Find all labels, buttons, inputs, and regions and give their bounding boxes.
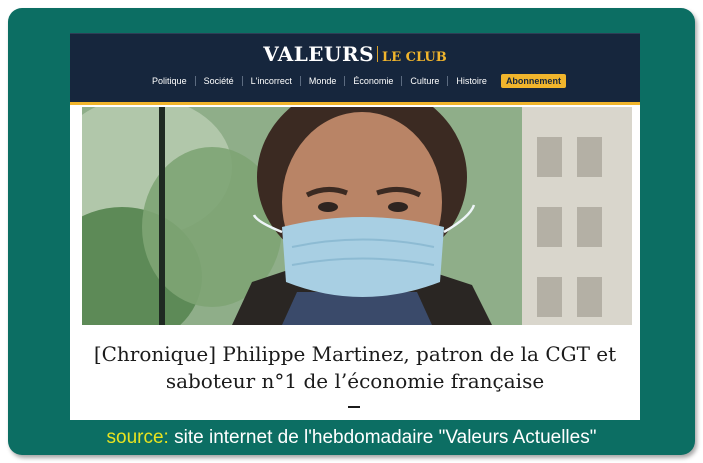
nav-item-monde[interactable]: Monde — [301, 76, 345, 86]
nav-item-economie[interactable]: Économie — [345, 76, 401, 86]
subscribe-button[interactable]: Abonnement — [500, 74, 566, 88]
nav-item-histoire[interactable]: Histoire — [448, 76, 495, 86]
headline-dash — [348, 406, 360, 408]
headline-line-1: [Chronique] Philippe Martinez, patron de… — [93, 342, 617, 366]
hero-photo — [82, 107, 632, 325]
nav-item-lincorrect[interactable]: L'incorrect — [243, 76, 300, 86]
nav-item-societe[interactable]: Société — [196, 76, 242, 86]
site-logo[interactable]: VALEURS — [263, 42, 374, 66]
webpage-screenshot: VALEURS LE CLUB Politique Société L'incor… — [70, 33, 640, 420]
header-accent-line — [70, 102, 640, 105]
nav-item-politique[interactable]: Politique — [144, 76, 195, 86]
article-hero-image[interactable] — [82, 107, 632, 325]
nav-item-culture[interactable]: Culture — [402, 76, 447, 86]
caption-label: source: — [106, 427, 169, 448]
club-label[interactable]: LE CLUB — [382, 50, 447, 65]
brand-divider — [377, 46, 379, 62]
site-brand[interactable]: VALEURS LE CLUB — [70, 42, 640, 66]
article-headline[interactable]: [Chronique] Philippe Martinez, patron de… — [70, 341, 640, 395]
site-header: VALEURS LE CLUB Politique Société L'incor… — [70, 33, 640, 105]
caption-text: site internet de l'hebdomadaire "Valeurs… — [168, 427, 597, 448]
headline-line-2: saboteur n°1 de l’économie française — [165, 369, 545, 393]
source-caption: source: site internet de l'hebdomadaire … — [0, 427, 703, 449]
main-nav: Politique Société L'incorrect Monde Écon… — [70, 74, 640, 88]
